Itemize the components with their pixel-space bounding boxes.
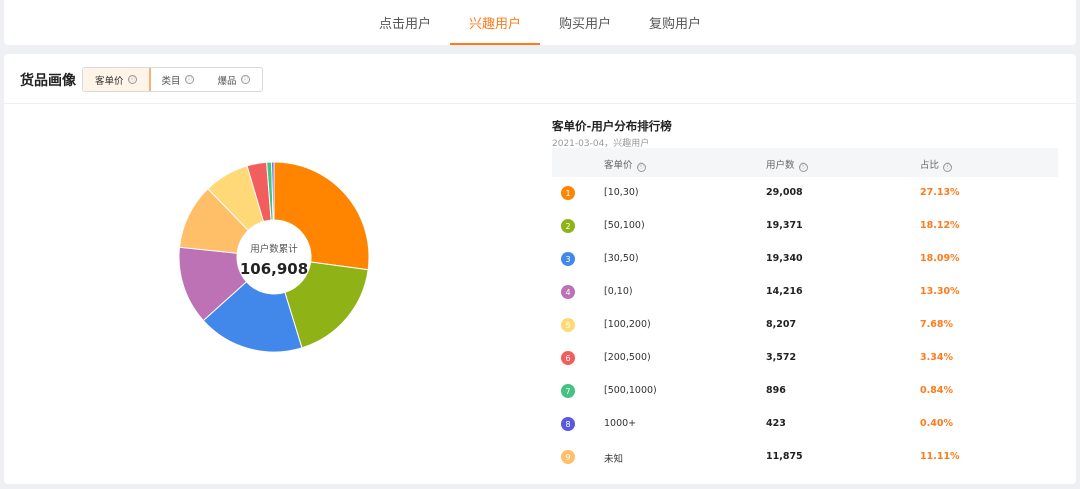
- share-cell: 18.12%: [920, 220, 960, 231]
- header-share: 占比 ⓘ: [920, 157, 953, 172]
- donut-center-value: 106,908: [239, 260, 309, 278]
- table-row: 4 [0,10) 14,216 13.30%: [552, 276, 1058, 309]
- info-icon: ⓘ: [127, 75, 137, 84]
- header-label: 用户数: [766, 160, 795, 171]
- donut-chart-svg: [178, 161, 370, 353]
- user-count-cell: 11,875: [766, 451, 803, 462]
- rank-badge: 6: [561, 351, 575, 365]
- table-row: 9 未知 11,875 11.11%: [552, 441, 1058, 474]
- rank-badge: 1: [561, 186, 575, 200]
- share-cell: 0.84%: [920, 385, 953, 396]
- user-count-cell: 423: [766, 418, 786, 429]
- rank-badge: 8: [561, 417, 575, 431]
- price-range-cell: [50,100): [604, 220, 645, 231]
- user-count-cell: 3,572: [766, 352, 797, 363]
- header-label: 占比: [920, 160, 940, 171]
- info-icon: ⓘ: [798, 162, 808, 172]
- share-cell: 0.40%: [920, 418, 953, 429]
- table-row: 8 1000+ 423 0.40%: [552, 408, 1058, 441]
- user-count-cell: 8,207: [766, 319, 797, 330]
- table-row: 1 [10,30) 29,008 27.13%: [552, 177, 1058, 210]
- share-cell: 3.34%: [920, 352, 953, 363]
- share-cell: 13.30%: [920, 286, 960, 297]
- share-cell: 18.09%: [920, 253, 960, 264]
- tab-purchase-users[interactable]: 购买用户: [540, 0, 630, 45]
- user-count-cell: 29,008: [766, 187, 803, 198]
- share-cell: 7.68%: [920, 319, 953, 330]
- header-user-count: 用户数 ⓘ: [766, 157, 808, 172]
- header-unit-price: 客单价 ⓘ: [604, 157, 646, 172]
- segment-category[interactable]: 类目 ⓘ: [150, 68, 206, 91]
- card-header: 货品画像 客单价 ⓘ 类目 ⓘ 爆品 ⓘ: [4, 54, 1076, 104]
- segment-label: 爆品: [217, 75, 237, 87]
- segment-label: 客单价: [95, 75, 124, 87]
- rank-badge: 5: [561, 318, 575, 332]
- dimension-segmented-control: 客单价 ⓘ 类目 ⓘ 爆品 ⓘ: [82, 67, 263, 92]
- tab-interest-users[interactable]: 兴趣用户: [450, 0, 540, 45]
- info-icon: ⓘ: [184, 75, 194, 84]
- card-title: 货品画像: [20, 73, 76, 89]
- product-profile-card: 货品画像 客单价 ⓘ 类目 ⓘ 爆品 ⓘ 用户数累计 106,908 客单价-用户分布…: [4, 54, 1076, 484]
- donut-center-label: 用户数累计: [250, 244, 298, 255]
- user-count-cell: 896: [766, 385, 786, 396]
- price-range-cell: 1000+: [604, 418, 637, 429]
- rank-badge: 4: [561, 285, 575, 299]
- ranking-table-header: 客单价 ⓘ 用户数 ⓘ 占比 ⓘ: [552, 148, 1058, 177]
- ranking-table-body: 1 [10,30) 29,008 27.13% 2 [50,100) 19,371 18.12…: [552, 177, 1058, 474]
- user-count-cell: 19,371: [766, 220, 803, 231]
- segment-hot-products[interactable]: 爆品 ⓘ: [206, 68, 262, 91]
- price-range-cell: [0,10): [604, 286, 633, 297]
- tab-repurchase-users[interactable]: 复购用户: [630, 0, 720, 45]
- info-icon: ⓘ: [636, 162, 646, 172]
- donut-chart: 用户数累计 106,908: [178, 161, 370, 353]
- rank-badge: 7: [561, 384, 575, 398]
- segment-label: 类目: [161, 75, 181, 87]
- info-icon: ⓘ: [240, 75, 250, 84]
- table-row: 6 [200,500) 3,572 3.34%: [552, 342, 1058, 375]
- table-row: 7 [500,1000) 896 0.84%: [552, 375, 1058, 408]
- price-range-cell: [100,200): [604, 319, 651, 330]
- table-row: 3 [30,50) 19,340 18.09%: [552, 243, 1058, 276]
- share-cell: 11.11%: [920, 451, 960, 462]
- tab-click-users[interactable]: 点击用户: [360, 0, 450, 45]
- table-row: 2 [50,100) 19,371 18.12%: [552, 210, 1058, 243]
- header-label: 客单价: [604, 160, 633, 171]
- user-count-cell: 19,340: [766, 253, 803, 264]
- user-type-tabs-bar: 点击用户 兴趣用户 购买用户 复购用户: [4, 0, 1076, 45]
- segment-unit-price[interactable]: 客单价 ⓘ: [82, 68, 151, 91]
- price-range-cell: [500,1000): [604, 385, 657, 396]
- user-count-cell: 14,216: [766, 286, 803, 297]
- price-range-cell: [200,500): [604, 352, 651, 363]
- price-range-cell: [10,30): [604, 187, 639, 198]
- info-icon: ⓘ: [943, 162, 953, 172]
- share-cell: 27.13%: [920, 187, 960, 198]
- tab-list: 点击用户 兴趣用户 购买用户 复购用户: [4, 0, 1076, 45]
- rank-badge: 9: [561, 450, 575, 464]
- ranking-title: 客单价-用户分布排行榜: [552, 119, 672, 133]
- table-row: 5 [100,200) 8,207 7.68%: [552, 309, 1058, 342]
- price-range-cell: 未知: [604, 454, 624, 465]
- rank-badge: 3: [561, 252, 575, 266]
- price-range-cell: [30,50): [604, 253, 639, 264]
- rank-badge: 2: [561, 219, 575, 233]
